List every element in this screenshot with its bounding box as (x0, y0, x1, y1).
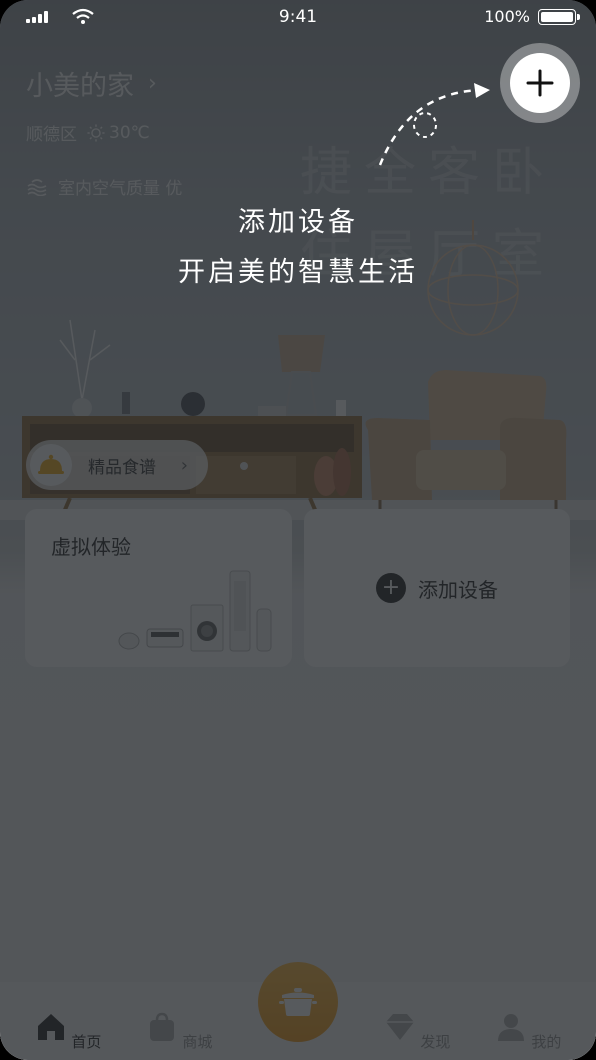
battery-icon (538, 9, 580, 25)
chevron-right-icon: › (180, 454, 188, 476)
tab-discover[interactable]: 发现 (377, 1011, 457, 1052)
tab-home[interactable]: 首页 (28, 1011, 108, 1052)
person-icon (497, 1014, 524, 1041)
guide-arrow-icon (378, 83, 490, 166)
plus-circle-icon: + (376, 573, 406, 603)
status-bar: 9:41 100% (0, 0, 596, 34)
home-name: 小美的家 (26, 71, 134, 102)
tab-bar: 首页 商城 发现 我的 (0, 962, 596, 1060)
bag-icon (149, 1012, 174, 1041)
screen: 捷全客卧 住屋厅室 小美的家 › 顺德区 30℃ 室内空气质量 优 精品食谱 ›… (0, 0, 596, 1060)
tab-label: 我的 (531, 1033, 562, 1051)
plus-icon (526, 69, 554, 97)
add-device-card-label: 添加设备 (418, 577, 498, 602)
battery-percent: 100% (484, 7, 530, 26)
add-device-button[interactable] (510, 53, 570, 113)
center-cooking-button[interactable] (258, 962, 338, 1042)
recipe-chip-label: 精品食谱 (88, 457, 156, 478)
cloche-icon (30, 444, 72, 486)
tab-label: 商城 (182, 1033, 213, 1051)
location-weather: 顺德区 30℃ (26, 120, 150, 146)
guide-hint-line2: 开启美的智慧生活 (178, 257, 418, 288)
diamond-icon (385, 1014, 414, 1040)
air-quality-icon (27, 178, 47, 196)
district-label: 顺德区 (26, 125, 77, 145)
tab-mine[interactable]: 我的 (488, 1011, 568, 1052)
guide-hint-line1: 添加设备 (238, 207, 358, 238)
recipe-chip[interactable]: 精品食谱 › (26, 440, 208, 490)
virtual-experience-title: 虚拟体验 (51, 535, 131, 559)
cooking-pot-icon (279, 988, 317, 1016)
temperature-value: 30℃ (109, 122, 150, 143)
tab-label: 首页 (71, 1033, 102, 1051)
chevron-right-icon: › (148, 71, 157, 96)
virtual-experience-card[interactable]: 虚拟体验 (25, 509, 292, 667)
air-quality: 室内空气质量 优 (26, 174, 182, 199)
add-device-card[interactable]: + 添加设备 (304, 509, 570, 667)
tab-shop[interactable]: 商城 (139, 1011, 219, 1052)
appliances-illustration (118, 570, 272, 652)
sun-icon (87, 123, 105, 142)
home-selector[interactable]: 小美的家 › (26, 64, 157, 103)
tab-label: 发现 (420, 1033, 451, 1051)
air-quality-label: 室内空气质量 优 (58, 179, 183, 199)
home-icon (37, 1014, 64, 1040)
